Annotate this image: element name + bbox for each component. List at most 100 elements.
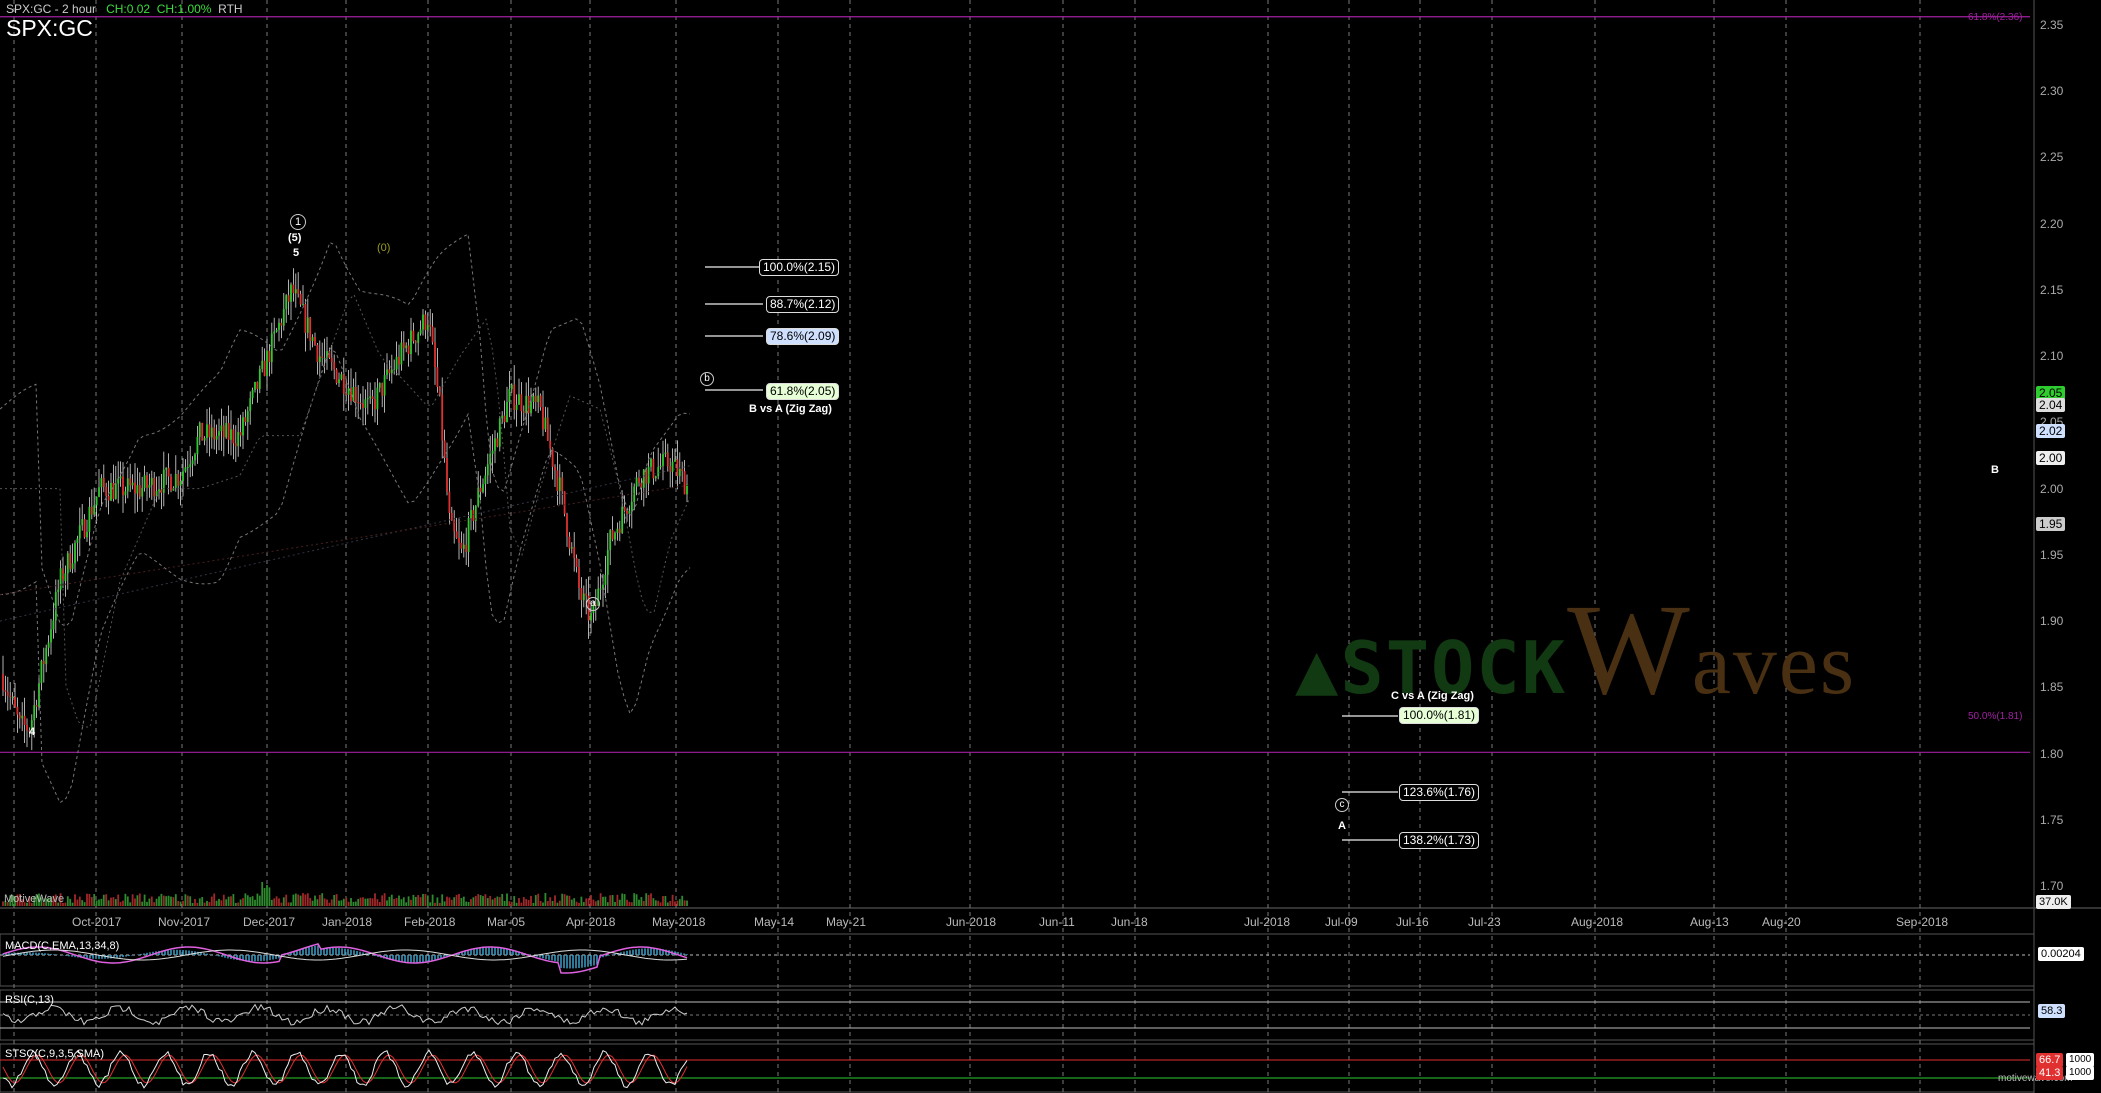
volume-bar xyxy=(273,898,276,906)
volume-bar xyxy=(311,900,314,906)
wave-4[interactable]: 4 xyxy=(29,726,35,738)
volume-tag: 37.0K xyxy=(2036,895,2071,909)
wave-big-a[interactable]: A xyxy=(1338,820,1346,832)
volume-bar xyxy=(549,897,552,906)
candle-body xyxy=(544,417,547,430)
volume-bar xyxy=(246,895,249,906)
volume-bar xyxy=(621,893,624,906)
candle-body xyxy=(674,459,676,462)
volume-bar xyxy=(338,900,340,906)
volume-bar xyxy=(230,896,232,906)
volume-bar xyxy=(177,900,180,906)
fib-b-100[interactable]: 100.0%(2.15) xyxy=(759,259,840,276)
candle-body xyxy=(345,393,348,395)
candle-body xyxy=(542,407,544,430)
fib-c-100[interactable]: 100.0%(1.81) xyxy=(1399,707,1480,724)
candle-body xyxy=(563,491,566,514)
volume-bar xyxy=(563,894,566,906)
candle-body xyxy=(338,379,340,384)
upper-band xyxy=(0,233,691,627)
volume-bar xyxy=(470,899,472,906)
moving-average-1 xyxy=(0,293,691,728)
candle-body xyxy=(292,284,295,294)
candle-body xyxy=(47,642,50,648)
volume-bar xyxy=(410,899,412,906)
wave-circle-a[interactable]: a xyxy=(586,597,600,611)
volume-bar xyxy=(551,900,554,906)
candle-body xyxy=(2,674,4,691)
wave-paren-5[interactable]: (5) xyxy=(288,232,301,244)
session-label: RTH xyxy=(218,2,243,16)
volume-bar xyxy=(534,895,537,906)
volume-bar xyxy=(165,896,168,906)
volume-bar xyxy=(494,897,496,906)
y-tick-label: 1.70 xyxy=(2040,879,2064,893)
candle-body xyxy=(657,467,660,477)
x-tick-label: Nov-2017 xyxy=(158,915,211,929)
y-tick-label: 1.95 xyxy=(2040,547,2064,562)
volume-bar xyxy=(287,902,290,906)
volume-bar xyxy=(150,896,153,906)
volume-bar xyxy=(431,894,434,906)
volume-bar xyxy=(434,902,436,906)
wave-paren-0[interactable]: (0) xyxy=(377,242,390,254)
volume-bar xyxy=(633,893,636,906)
volume-bar xyxy=(88,893,91,906)
candle-body xyxy=(342,374,345,394)
candle-body xyxy=(582,593,585,601)
volume-bar xyxy=(510,901,513,906)
candle-body xyxy=(323,357,326,359)
wave-circle-c[interactable]: c xyxy=(1335,798,1349,812)
candle-body xyxy=(129,478,132,486)
candle-body xyxy=(575,558,578,567)
change-absolute: CH:0.02 xyxy=(106,2,151,16)
x-tick-label: Jun-11 xyxy=(1039,915,1075,929)
stoch-value-top: 66.7 xyxy=(2036,1053,2064,1067)
volume-bar xyxy=(364,898,367,906)
volume-bar xyxy=(261,881,264,906)
volume-bar xyxy=(515,902,518,906)
candle-body xyxy=(270,333,273,363)
candle-body xyxy=(16,706,19,715)
x-tick-label: Jun-18 xyxy=(1111,915,1148,929)
macd-label: MACD(C,EMA,13,34,8) xyxy=(5,940,120,952)
fib-b-887[interactable]: 88.7%(2.12) xyxy=(766,296,840,313)
candle-body xyxy=(340,374,343,380)
volume-bar xyxy=(153,902,156,906)
candle-body xyxy=(388,369,391,374)
volume-bar xyxy=(683,900,686,906)
volume-bar xyxy=(306,893,309,906)
candle-body xyxy=(419,329,422,334)
volume-bar xyxy=(558,900,561,906)
volume-bar xyxy=(414,896,417,906)
candle-body xyxy=(69,553,72,569)
x-tick-label: May-14 xyxy=(754,915,795,929)
candle-body xyxy=(362,403,364,408)
candle-body xyxy=(206,424,208,438)
fib-b-786[interactable]: 78.6%(2.09) xyxy=(766,328,840,345)
price-chart[interactable] xyxy=(0,0,2101,1093)
candle-body xyxy=(551,448,554,467)
candle-body xyxy=(484,475,487,485)
candle-body xyxy=(518,394,520,405)
candle-body xyxy=(405,345,408,349)
candle-body xyxy=(472,510,475,521)
volume-bar xyxy=(417,895,420,906)
volume-bar xyxy=(201,897,204,906)
fib-c-1382[interactable]: 138.2%(1.73) xyxy=(1399,832,1480,849)
volume-bar xyxy=(237,902,240,906)
candle-body xyxy=(503,415,506,423)
candle-body xyxy=(429,324,432,327)
candle-body xyxy=(148,484,151,488)
volume-bar xyxy=(518,898,520,906)
wave-big-b[interactable]: B xyxy=(1991,464,1999,476)
volume-bar xyxy=(345,897,348,906)
volume-bar xyxy=(405,902,408,906)
y-tick-label: 2.30 xyxy=(2040,84,2064,99)
volume-bar xyxy=(198,898,201,906)
wave-circle-b[interactable]: b xyxy=(700,372,714,386)
wave-circle-1[interactable]: 1 xyxy=(290,214,306,230)
wave-5[interactable]: 5 xyxy=(293,247,299,259)
fib-b-618[interactable]: 61.8%(2.05) xyxy=(766,383,840,400)
fib-c-1236[interactable]: 123.6%(1.76) xyxy=(1399,784,1480,801)
